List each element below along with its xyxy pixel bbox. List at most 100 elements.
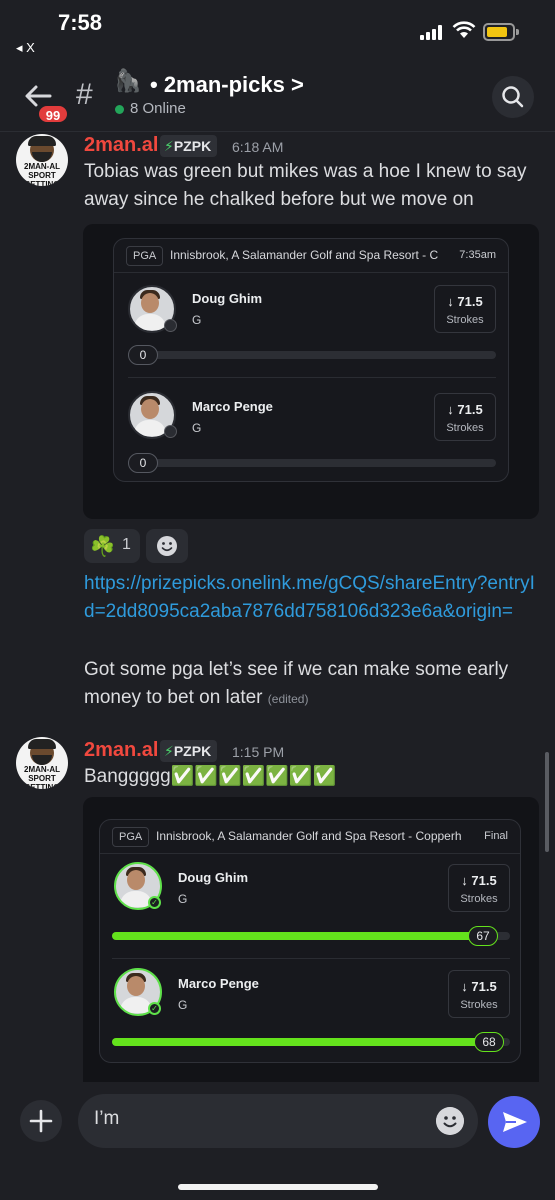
progress-bar — [112, 932, 510, 940]
league-pill: PGA — [112, 827, 150, 847]
avatar-logo-text: 2MAN-AL SPORT BETTING — [24, 765, 60, 789]
emoji-icon[interactable] — [436, 1107, 464, 1135]
projection-value: 71.5 — [471, 979, 497, 994]
avatar[interactable]: 2MAN-AL SPORT BETTING — [16, 134, 68, 186]
league-pill: PGA — [126, 246, 164, 266]
channel-title[interactable]: • 2man-picks > — [150, 72, 304, 98]
player-name: Doug Ghim — [192, 291, 263, 306]
online-count: 8 Online — [130, 100, 186, 117]
player-position: G — [192, 313, 202, 327]
projection-line: ↓ 71.5 — [435, 402, 495, 417]
progress-value: 0 — [128, 345, 158, 365]
pick-embed[interactable]: PGA Innisbrook, A Salamander Golf and Sp… — [83, 224, 539, 519]
message-text: Banggggg✅✅✅✅✅✅✅ — [84, 766, 337, 787]
player-position: G — [178, 998, 188, 1012]
message-text: Tobias was green but mikes was a hoe I k… — [84, 161, 527, 210]
entry-link[interactable]: https://prizepicks.onelink.me/gCQS/share… — [84, 570, 544, 626]
message-input-box[interactable] — [78, 1094, 478, 1148]
projection-line: ↓ 71.5 — [435, 294, 495, 309]
wifi-icon — [452, 21, 476, 38]
pending-icon — [164, 319, 177, 332]
pending-icon — [164, 425, 177, 438]
channel-emoji: 🦍 — [114, 68, 142, 93]
progress-bar — [128, 351, 496, 359]
player-position: G — [178, 892, 188, 906]
user-tag-label: PZPK — [173, 138, 212, 154]
reaction-clover[interactable]: ☘️ 1 — [84, 529, 140, 563]
clover-emoji: ☘️ — [90, 536, 115, 558]
event-name: Innisbrook, A Salamander Golf and Spa Re… — [170, 248, 439, 262]
scrollbar[interactable] — [545, 752, 549, 852]
search-icon[interactable] — [492, 76, 534, 118]
projection-unit: Strokes — [460, 999, 498, 1011]
message: 2MAN-AL SPORT BETTING 2man.al ⚡PZPK 6:18… — [0, 132, 555, 712]
projection-line: ↓ 71.5 — [449, 873, 509, 888]
message-text: Got some pga let’s see if we can make so… — [84, 656, 544, 713]
back-to-app-link[interactable]: ◂ X — [16, 40, 35, 56]
user-tag: ⚡PZPK — [160, 740, 218, 762]
projection-box: ↓ 71.5 Strokes — [448, 864, 510, 912]
unread-badge: 99 — [37, 104, 69, 124]
projection-unit: Strokes — [446, 314, 484, 326]
channel-hash-icon: # — [76, 78, 93, 111]
cellular-signal-icon — [420, 24, 446, 40]
message: 2MAN-AL SPORT BETTING 2man.al ⚡PZPK 1:15… — [0, 735, 555, 1082]
player-name: Marco Penge — [192, 399, 273, 414]
arrow-down-icon: ↓ — [447, 402, 458, 417]
add-reaction-button[interactable] — [146, 529, 188, 563]
message-author[interactable]: 2man.al — [84, 739, 158, 762]
message-composer — [0, 1082, 555, 1200]
lightning-icon: ⚡ — [164, 743, 174, 759]
progress-bar — [112, 1038, 510, 1046]
projection-line: ↓ 71.5 — [449, 979, 509, 994]
event-name: Innisbrook, A Salamander Golf and Spa Re… — [156, 829, 462, 843]
battery-icon — [483, 23, 519, 41]
message-timestamp: 6:18 AM — [232, 139, 284, 155]
plus-icon[interactable] — [20, 1100, 62, 1142]
progress-value: 0 — [128, 453, 158, 473]
message-input[interactable] — [94, 1108, 414, 1130]
player-position: G — [192, 421, 202, 435]
progress-fill — [112, 1038, 503, 1046]
player-name: Doug Ghim — [178, 870, 249, 885]
channel-header: 99 # 🦍 • 2man-picks > 8 Online — [0, 62, 555, 132]
smiley-icon — [157, 536, 177, 556]
pick-card: PGA Innisbrook, A Salamander Golf and Sp… — [113, 238, 509, 482]
edited-label: (edited) — [267, 692, 309, 706]
card-header: PGA Innisbrook, A Salamander Golf and Sp… — [114, 239, 508, 273]
lightning-icon: ⚡ — [164, 138, 174, 154]
status-bar: 7:58 ◂ X — [0, 0, 555, 62]
user-tag-label: PZPK — [173, 743, 212, 759]
divider — [112, 958, 510, 959]
progress-bar — [128, 459, 496, 467]
projection-box: ↓ 71.5 Strokes — [434, 393, 496, 441]
progress-value: 67 — [468, 926, 498, 946]
card-header: PGA Innisbrook, A Salamander Golf and Sp… — [100, 820, 520, 854]
card-status: Final — [484, 830, 508, 842]
avatar-logo-text: 2MAN-AL SPORT BETTING — [24, 162, 60, 186]
send-icon[interactable] — [488, 1096, 540, 1148]
home-indicator — [178, 1184, 378, 1190]
arrow-down-icon: ↓ — [461, 979, 472, 994]
avatar[interactable]: 2MAN-AL SPORT BETTING — [16, 737, 68, 789]
projection-unit: Strokes — [446, 422, 484, 434]
check-icon: ✓ — [148, 896, 161, 909]
user-tag: ⚡PZPK — [160, 135, 218, 157]
online-status-icon — [115, 105, 124, 114]
progress-fill — [112, 932, 495, 940]
arrow-down-icon: ↓ — [447, 294, 458, 309]
projection-value: 71.5 — [471, 873, 497, 888]
projection-box: ↓ 71.5 Strokes — [448, 970, 510, 1018]
arrow-down-icon: ↓ — [461, 873, 472, 888]
projection-unit: Strokes — [460, 893, 498, 905]
projection-value: 71.5 — [457, 294, 483, 309]
divider — [128, 377, 496, 378]
reaction-count: 1 — [122, 536, 131, 553]
check-icon: ✓ — [148, 1002, 161, 1015]
player-name: Marco Penge — [178, 976, 259, 991]
pick-card: PGA Innisbrook, A Salamander Golf and Sp… — [99, 819, 521, 1063]
progress-value: 68 — [474, 1032, 504, 1052]
card-status: 7:35am — [459, 249, 496, 261]
pick-embed[interactable]: PGA Innisbrook, A Salamander Golf and Sp… — [83, 797, 539, 1082]
message-author[interactable]: 2man.al — [84, 134, 158, 157]
